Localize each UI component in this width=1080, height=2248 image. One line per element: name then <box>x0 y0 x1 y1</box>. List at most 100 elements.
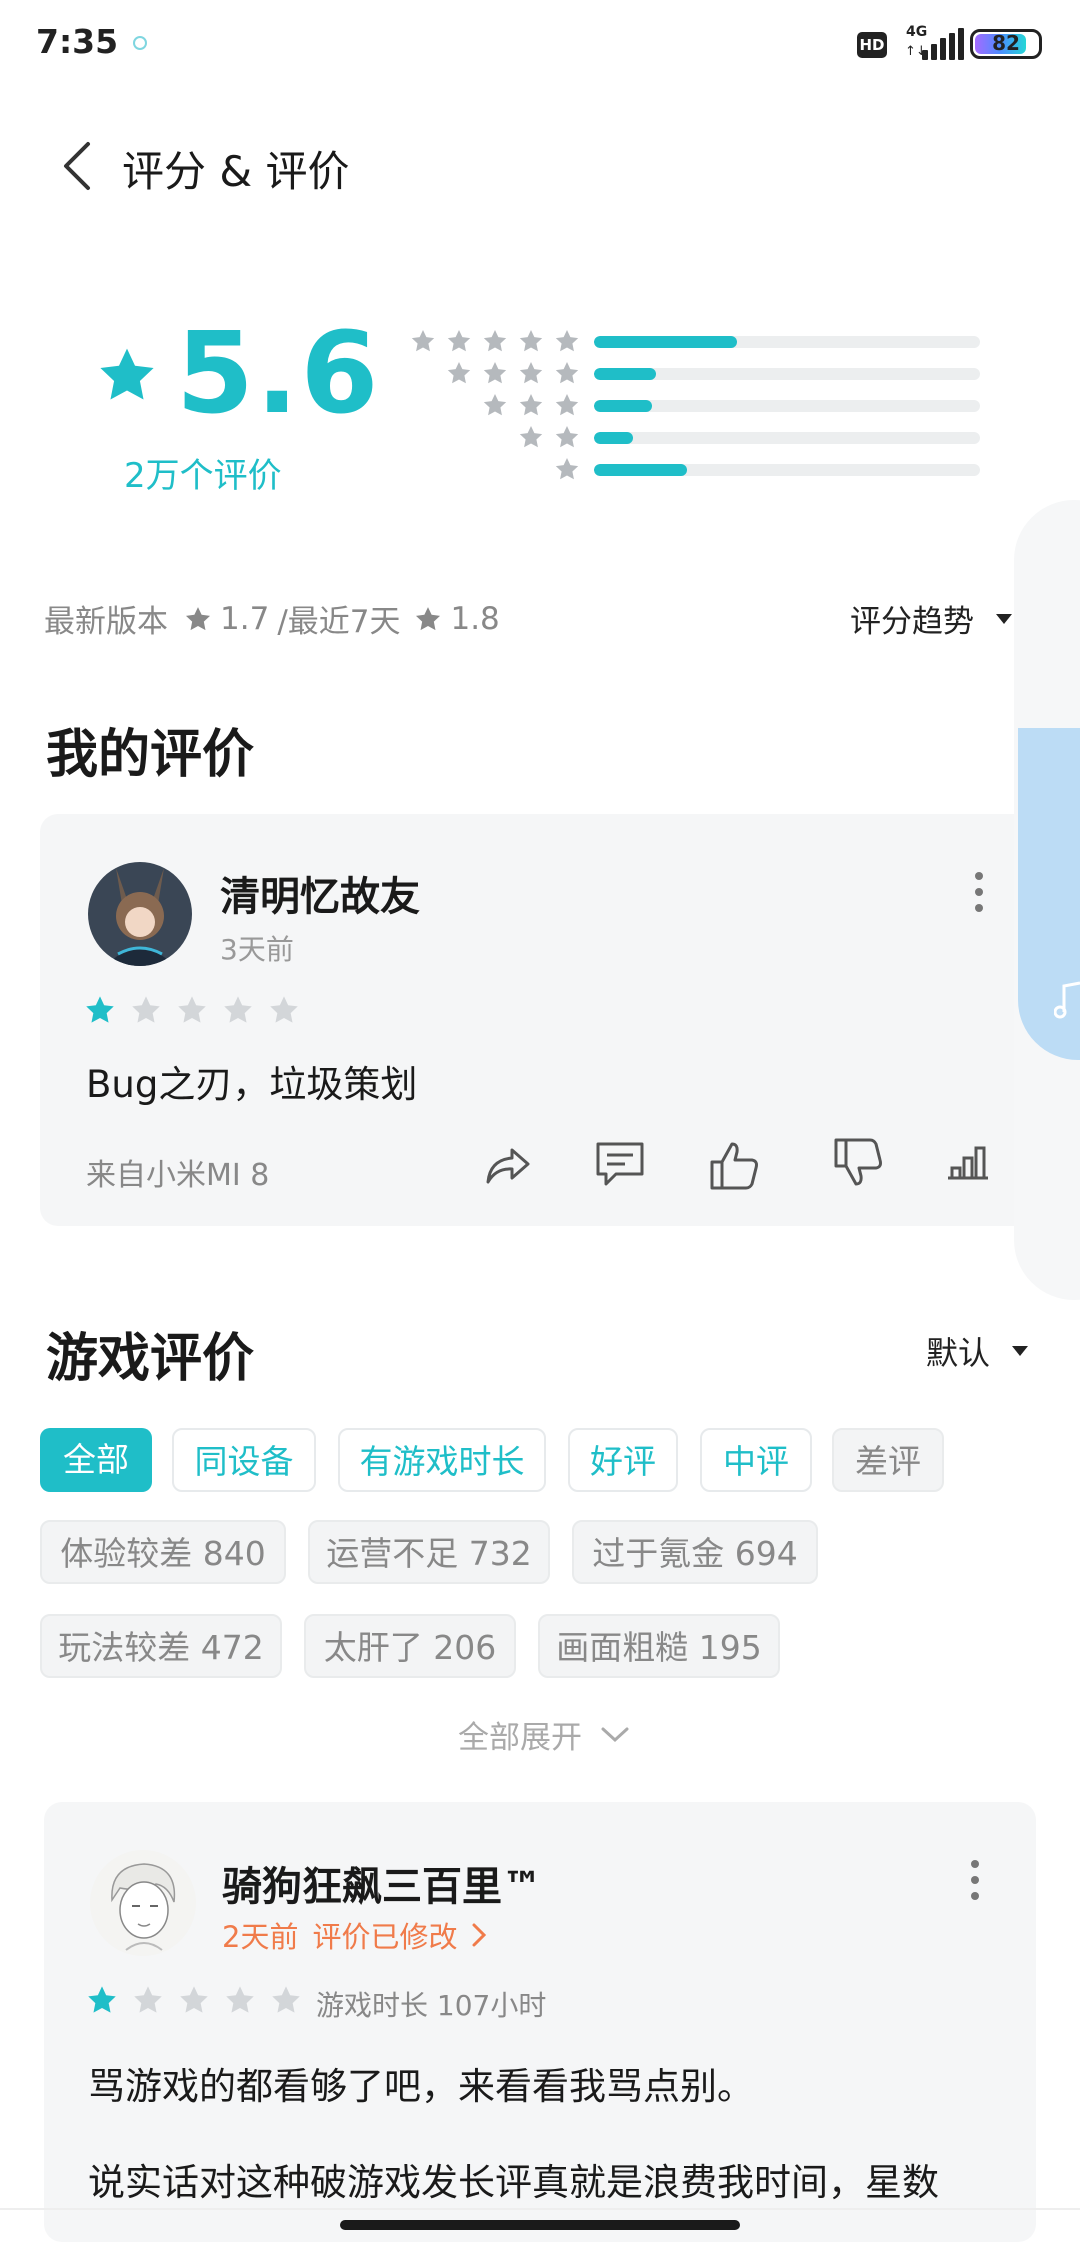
my-review-time: 3天前 <box>220 933 294 966</box>
version-label: 最新版本 <box>44 604 168 640</box>
my-review-stars <box>84 994 300 1026</box>
star-empty-icon <box>270 996 298 1023</box>
notification-icon <box>133 36 147 50</box>
home-indicator[interactable] <box>340 2220 740 2230</box>
sort-dropdown[interactable]: 默认 <box>926 1328 1029 1374</box>
recent-label: /最近7天 <box>277 604 401 640</box>
distribution-bar-track <box>594 432 980 444</box>
distribution-bar-track <box>594 400 980 412</box>
star-icon <box>555 329 579 352</box>
review-time: 2天前 <box>222 1920 299 1954</box>
filter-same-device[interactable]: 同设备 <box>172 1428 316 1492</box>
distribution-bar-track <box>594 464 980 476</box>
caret-down-icon <box>996 613 1012 624</box>
star-icon <box>519 329 543 352</box>
tag-chip[interactable]: 玩法较差 472 <box>40 1614 282 1678</box>
star-icon <box>555 361 579 384</box>
distribution-row <box>400 425 990 448</box>
recent-score: 1.8 <box>450 600 500 637</box>
comment-icon[interactable] <box>592 1136 648 1192</box>
tag-chip[interactable]: 体验较差 840 <box>40 1520 286 1584</box>
filter-negative[interactable]: 差评 <box>832 1428 944 1492</box>
edited-label: 评价已修改 <box>312 1920 458 1954</box>
distribution-bar-fill <box>594 432 633 444</box>
tag-chip[interactable]: 运营不足 732 <box>308 1520 550 1584</box>
signal-icon <box>920 28 964 60</box>
star-empty-icon <box>180 1986 208 2013</box>
star-empty-icon <box>132 996 160 1023</box>
version-rating-line: 最新版本 1.7 /最近7天 1.8 <box>44 596 500 641</box>
user-avatar[interactable] <box>88 862 192 966</box>
rating-count: 2万个评价 <box>124 456 282 496</box>
star-icon <box>483 329 507 352</box>
caret-down-icon <box>1012 1346 1029 1356</box>
star-icon <box>483 393 507 416</box>
trend-label: 评分趋势 <box>850 604 974 640</box>
star-filled-icon <box>88 1986 116 2013</box>
star-empty-icon <box>178 996 206 1023</box>
star-empty-icon <box>226 1986 254 2013</box>
review-meta[interactable]: 2天前 评价已修改 <box>222 1914 487 1956</box>
star-empty-icon <box>134 1986 162 2013</box>
distribution-stars <box>518 424 580 450</box>
game-reviews-title: 游戏评价 <box>46 1329 255 1389</box>
distribution-bar-track <box>594 368 980 380</box>
star-empty-icon <box>272 1986 300 2013</box>
back-chevron-icon[interactable] <box>58 138 98 194</box>
distribution-row <box>400 393 990 416</box>
sort-label: 默认 <box>926 1334 991 1372</box>
more-options-icon[interactable] <box>970 1860 980 1900</box>
avatar-image <box>88 862 192 966</box>
battery-level: 82 <box>992 31 1020 55</box>
star-icon <box>519 361 543 384</box>
version-score: 1.7 <box>220 600 270 637</box>
my-review-title: 我的评价 <box>46 725 255 785</box>
my-review-user-name[interactable]: 清明忆故友 <box>220 864 420 922</box>
star-filled-icon <box>86 996 114 1023</box>
expand-all-label: 全部展开 <box>458 1720 582 1756</box>
battery-icon: 82 <box>970 29 1042 59</box>
review-text-line: 骂游戏的都看够了吧，来看看我骂点别。 <box>88 2065 754 2108</box>
more-options-icon[interactable] <box>974 872 984 912</box>
status-time: 7:35 <box>36 22 119 61</box>
filter-positive[interactable]: 好评 <box>568 1428 678 1492</box>
rating-trend-button[interactable]: 评分趋势 <box>850 596 1012 641</box>
music-note-icon[interactable] <box>1054 980 1080 1020</box>
star-empty-icon <box>224 996 252 1023</box>
stats-icon[interactable] <box>940 1136 996 1192</box>
distribution-row <box>400 329 990 352</box>
distribution-bar-track <box>594 336 980 348</box>
rating-star-icon <box>100 348 154 400</box>
chevron-right-icon <box>472 1923 487 1947</box>
filter-has-playtime[interactable]: 有游戏时长 <box>338 1428 546 1492</box>
tag-chip[interactable]: 画面粗糙 195 <box>538 1614 780 1678</box>
play-time: 游戏时长 107小时 <box>316 1989 547 2022</box>
expand-all-button[interactable]: 全部展开 <box>458 1712 630 1757</box>
distribution-stars <box>410 328 580 354</box>
filter-neutral[interactable]: 中评 <box>700 1428 812 1492</box>
thumbs-up-icon[interactable] <box>706 1138 762 1194</box>
distribution-stars <box>446 360 580 386</box>
star-icon <box>519 393 543 416</box>
divider <box>0 2208 1080 2210</box>
reviewer-avatar[interactable] <box>90 1850 196 1956</box>
distribution-row <box>400 457 990 480</box>
star-icon <box>185 606 211 630</box>
tag-chip[interactable]: 过于氪金 694 <box>572 1520 818 1584</box>
filter-all[interactable]: 全部 <box>40 1428 152 1492</box>
distribution-row <box>400 361 990 384</box>
star-icon <box>447 361 471 384</box>
page-title: 评分 & 评价 <box>122 147 350 196</box>
star-icon <box>555 393 579 416</box>
review-stars <box>86 1984 302 2016</box>
star-icon <box>447 329 471 352</box>
thumbs-down-icon[interactable] <box>830 1134 886 1190</box>
my-review-text: Bug之刃，垃圾策划 <box>86 1063 418 1106</box>
hd-badge: HD <box>857 32 887 58</box>
distribution-bar-fill <box>594 464 687 476</box>
share-icon[interactable] <box>480 1138 536 1194</box>
star-icon <box>555 457 579 480</box>
tag-chip[interactable]: 太肝了 206 <box>304 1614 516 1678</box>
reviewer-name[interactable]: 骑狗狂飙三百里™ <box>222 1854 542 1912</box>
star-icon <box>416 606 441 630</box>
